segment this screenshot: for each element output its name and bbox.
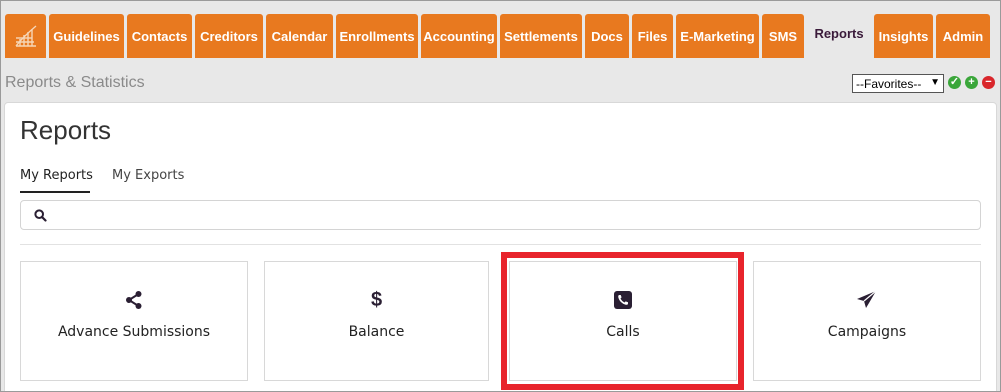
highlight-box xyxy=(501,252,744,390)
tab-calendar[interactable]: Calendar xyxy=(266,14,333,58)
tab-e-marketing[interactable]: E-Marketing xyxy=(676,14,759,58)
chevron-down-icon: ▼ xyxy=(930,77,940,88)
divider xyxy=(20,244,981,245)
logo-tab[interactable] xyxy=(5,14,46,58)
favorites-value: --Favorites-- xyxy=(856,76,922,91)
tab-reports[interactable]: Reports xyxy=(807,9,871,53)
tab-settlements[interactable]: Settlements xyxy=(500,14,582,58)
report-card-advance-submissions[interactable]: Advance Submissions xyxy=(20,261,248,381)
card-label: Advance Submissions xyxy=(57,324,211,340)
search-icon xyxy=(34,209,47,222)
panel-heading: Reports xyxy=(20,115,112,145)
share-icon xyxy=(126,291,142,309)
active-tab-underline xyxy=(20,191,90,193)
app-frame: Guidelines Contacts Creditors Calendar E… xyxy=(0,0,1001,392)
card-label: Balance xyxy=(348,324,405,340)
confirm-icon[interactable]: ✓ xyxy=(948,76,961,89)
tab-enrollments[interactable]: Enrollments xyxy=(336,14,418,58)
card-label: Campaigns xyxy=(827,324,907,340)
dollar-icon: $ xyxy=(370,289,383,311)
tab-creditors[interactable]: Creditors xyxy=(195,14,263,58)
tab-sms[interactable]: SMS xyxy=(762,14,804,58)
favorites-select[interactable]: --Favorites-- ▼ xyxy=(852,74,944,93)
paper-plane-icon xyxy=(857,290,877,308)
report-card-campaigns[interactable]: Campaigns xyxy=(753,261,981,381)
tab-accounting[interactable]: Accounting xyxy=(421,14,497,58)
report-card-balance[interactable]: $ Balance xyxy=(264,261,489,381)
chart-logo-icon xyxy=(14,25,36,47)
remove-icon[interactable]: − xyxy=(982,76,995,89)
tab-my-exports[interactable]: My Exports xyxy=(112,168,184,183)
main-nav: Guidelines Contacts Creditors Calendar E… xyxy=(5,9,993,58)
tab-my-reports[interactable]: My Reports xyxy=(20,168,93,183)
tab-files[interactable]: Files xyxy=(632,14,673,58)
add-icon[interactable]: + xyxy=(965,76,978,89)
tab-docs[interactable]: Docs xyxy=(585,14,629,58)
search-input[interactable] xyxy=(55,205,955,225)
tab-admin[interactable]: Admin xyxy=(936,14,990,58)
tab-insights[interactable]: Insights xyxy=(874,14,933,58)
tab-guidelines[interactable]: Guidelines xyxy=(49,14,124,58)
tab-contacts[interactable]: Contacts xyxy=(127,14,192,58)
page-title: Reports & Statistics xyxy=(5,74,145,91)
search-box[interactable] xyxy=(20,200,981,230)
